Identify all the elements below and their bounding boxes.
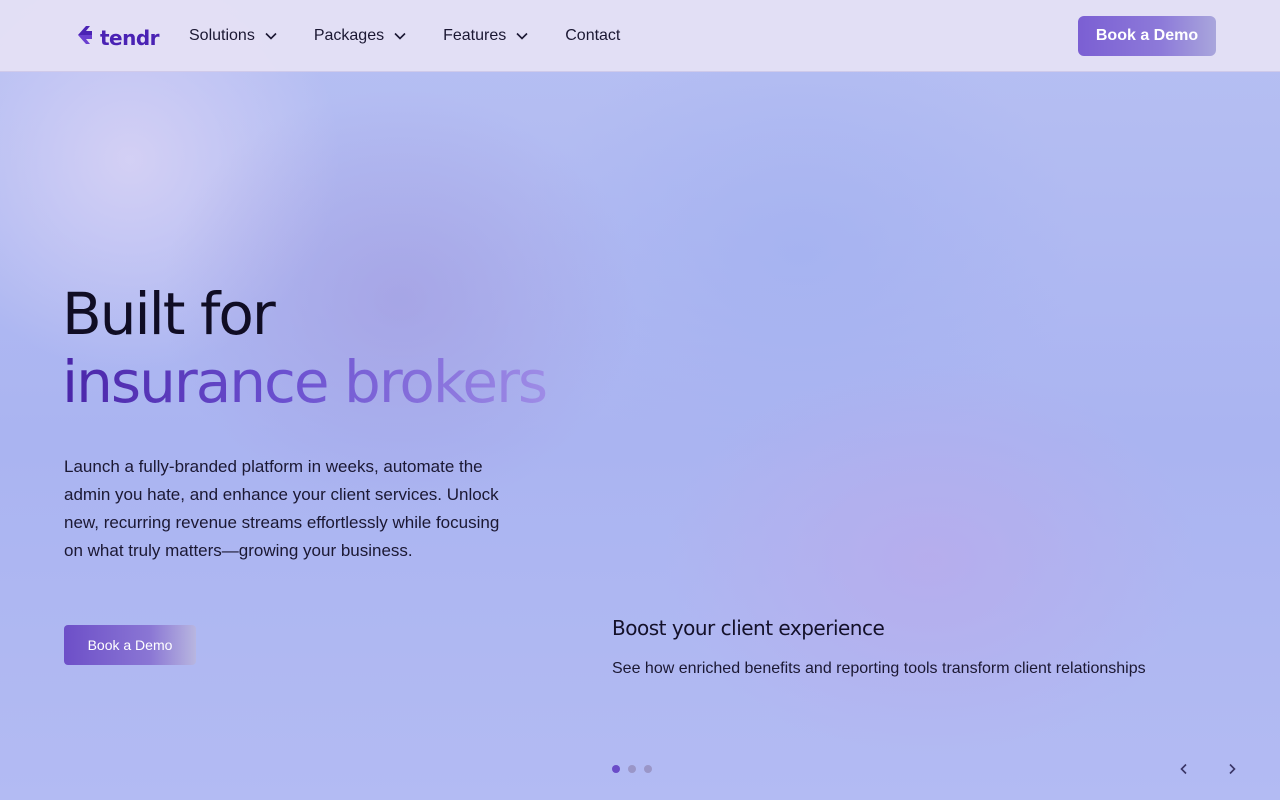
- carousel-dot-3[interactable]: [644, 765, 652, 773]
- nav-features[interactable]: Features: [443, 24, 529, 48]
- slide-description: See how enriched benefits and reporting …: [612, 660, 1146, 677]
- chevron-left-icon: [1180, 763, 1187, 775]
- site-header: tendr Solutions Packages Features Contac…: [0, 0, 1280, 72]
- main-nav: Solutions Packages Features Contact: [189, 24, 656, 48]
- carousel-prev-button[interactable]: [1172, 757, 1196, 781]
- carousel-dot-2[interactable]: [628, 765, 636, 773]
- carousel-dot-1[interactable]: [612, 765, 620, 773]
- chevron-down-icon: [516, 32, 528, 40]
- chevron-down-icon: [265, 32, 277, 40]
- nav-contact[interactable]: Contact: [565, 24, 620, 48]
- nav-packages[interactable]: Packages: [314, 24, 407, 48]
- carousel-dots: [612, 765, 652, 773]
- tendr-logo-icon: [76, 22, 96, 53]
- logo-link[interactable]: tendr: [76, 22, 160, 53]
- chevron-down-icon: [394, 32, 406, 40]
- hero-book-demo-button[interactable]: Book a Demo: [64, 625, 196, 665]
- hero-title: Built for insurance brokers: [62, 280, 548, 416]
- nav-packages-label: Packages: [313, 27, 385, 44]
- carousel-next-button[interactable]: [1220, 757, 1244, 781]
- header-book-demo-button[interactable]: Book a Demo: [1078, 16, 1216, 56]
- nav-features-label: Features: [443, 27, 507, 44]
- nav-solutions-label: Solutions: [189, 27, 255, 44]
- hero-title-line2: insurance brokers: [62, 348, 548, 416]
- hero-description: Launch a fully-branded platform in weeks…: [64, 457, 500, 560]
- nav-contact-label: Contact: [565, 27, 621, 44]
- chevron-right-icon: [1229, 763, 1236, 775]
- nav-solutions[interactable]: Solutions: [189, 24, 278, 48]
- logo-text: tendr: [100, 25, 160, 50]
- hero-title-line1: Built for: [62, 280, 276, 348]
- slide-title: Boost your client experience: [612, 616, 885, 640]
